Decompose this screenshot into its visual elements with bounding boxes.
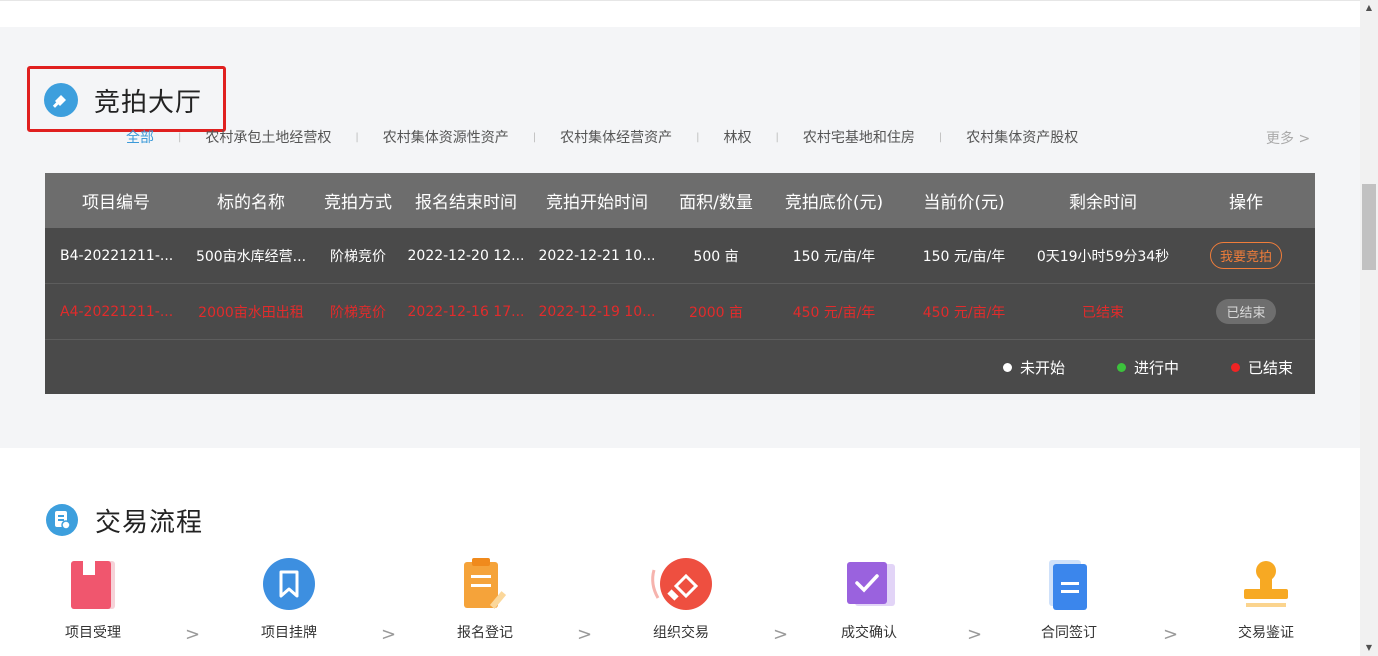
remaining-time: 0天19小时59分34秒 xyxy=(1036,248,1170,265)
scrollbar[interactable]: ▲ ▼ xyxy=(1360,0,1378,656)
bookmark-icon xyxy=(229,556,349,612)
step-project-accept[interactable]: 项目受理 xyxy=(33,556,153,642)
header-cell: 剩余时间 xyxy=(1069,193,1137,213)
tab-separator: | xyxy=(355,131,359,143)
highlight-box xyxy=(27,66,226,132)
legend-label: 已结束 xyxy=(1247,358,1293,377)
header-cell: 项目编号 xyxy=(82,193,150,213)
scrollbar-thumb[interactable] xyxy=(1362,184,1376,270)
current-price: 450 元/亩/年 xyxy=(922,304,1006,321)
tab-separator: | xyxy=(532,131,537,143)
table-row[interactable]: A4-20221211-... 2000亩水田出租 阶梯竞价 2022-12-1… xyxy=(45,284,1315,340)
project-id[interactable]: B4-20221211-... xyxy=(45,248,187,264)
receipt-icon xyxy=(46,504,78,536)
trade-flow-title: 交易流程 xyxy=(46,502,203,538)
step-project-listing[interactable]: 项目挂牌 xyxy=(229,556,349,642)
step-registration[interactable]: 报名登记 xyxy=(425,556,545,642)
tab-separator: | xyxy=(178,131,182,143)
item-name[interactable]: 500亩水库经营... xyxy=(187,246,315,266)
chevron-right-icon: > xyxy=(967,624,983,645)
gavel-icon xyxy=(621,556,741,612)
tab-separator: | xyxy=(775,131,779,143)
chevron-right-icon: > xyxy=(185,624,201,645)
header-cell: 竞拍方式 xyxy=(324,193,392,213)
step-label: 项目受理 xyxy=(65,625,121,641)
tab-separator: | xyxy=(938,131,943,143)
header-cell: 面积/数量 xyxy=(679,193,753,213)
header-cell: 报名结束时间 xyxy=(415,193,517,213)
step-deal-confirm[interactable]: 成交确认 xyxy=(809,556,929,642)
chevron-right-icon: > xyxy=(773,624,789,645)
table-row[interactable]: B4-20221211-... 500亩水库经营... 阶梯竞价 2022-12… xyxy=(45,228,1315,284)
header-cell: 当前价(元) xyxy=(923,193,1005,213)
remaining-time: 已结束 xyxy=(1082,304,1124,321)
action-cell: 我要竞拍 xyxy=(1177,242,1315,269)
auction-start: 2022-12-21 10... xyxy=(538,247,656,264)
step-trade-certify[interactable]: 交易鉴证 xyxy=(1206,556,1326,642)
legend-label: 进行中 xyxy=(1133,358,1179,377)
tab-equity[interactable]: 农村集体资产股权 xyxy=(966,127,1078,147)
tab-all[interactable]: 全部 xyxy=(126,127,154,147)
category-tabs: 全部 | 农村承包土地经营权 | 农村集体资源性资产 | 农村集体经营资产 | … xyxy=(126,126,1078,148)
tab-separator: | xyxy=(696,131,700,143)
header-cell: 竞拍底价(元) xyxy=(784,193,884,213)
legend-not-started: 未开始 xyxy=(1002,357,1065,378)
project-id[interactable]: A4-20221211-... xyxy=(45,304,187,320)
auction-method: 阶梯竞价 xyxy=(330,248,386,265)
dot-icon xyxy=(1116,362,1126,372)
status-legend: 未开始 进行中 已结束 xyxy=(45,340,1315,394)
step-label: 报名登记 xyxy=(457,625,513,641)
trade-flow-heading: 交易流程 xyxy=(95,507,204,538)
area: 2000 亩 xyxy=(688,304,744,321)
tab-homestead[interactable]: 农村宅基地和住房 xyxy=(803,127,915,147)
stamp-icon xyxy=(1206,556,1326,612)
more-link[interactable]: 更多 > xyxy=(1266,128,1310,148)
step-organize-trade[interactable]: 组织交易 xyxy=(621,556,741,642)
dot-icon xyxy=(1230,362,1240,372)
step-label: 组织交易 xyxy=(653,625,709,641)
legend-ended: 已结束 xyxy=(1230,357,1293,378)
chevron-right-icon: > xyxy=(577,624,593,645)
step-label: 项目挂牌 xyxy=(261,625,317,641)
bid-button[interactable]: 我要竞拍 xyxy=(1209,242,1282,269)
registration-end: 2022-12-16 17... xyxy=(407,303,525,320)
step-contract-sign[interactable]: 合同签订 xyxy=(1009,556,1129,642)
ended-badge: 已结束 xyxy=(1216,299,1276,324)
tab-forest-rights[interactable]: 林权 xyxy=(724,127,752,147)
header-cell: 竞拍开始时间 xyxy=(546,193,648,213)
folder-icon xyxy=(33,556,153,612)
chevron-right-icon: > xyxy=(1163,624,1179,645)
chevron-right-icon: > xyxy=(381,624,397,645)
tab-resource-assets[interactable]: 农村集体资源性资产 xyxy=(383,127,509,147)
base-price: 150 元/亩/年 xyxy=(792,248,876,265)
dot-icon xyxy=(1002,362,1012,372)
document-icon xyxy=(1009,556,1129,612)
tab-operating-assets[interactable]: 农村集体经营资产 xyxy=(560,127,672,147)
clipboard-icon xyxy=(425,556,545,612)
step-label: 合同签订 xyxy=(1041,625,1097,641)
auction-method: 阶梯竞价 xyxy=(330,304,386,321)
step-label: 交易鉴证 xyxy=(1238,625,1294,641)
registration-end: 2022-12-20 12... xyxy=(407,247,525,264)
auction-table: 项目编号 标的名称 竞拍方式 报名结束时间 竞拍开始时间 面积/数量 竞拍底价(… xyxy=(45,173,1315,394)
current-price: 150 元/亩/年 xyxy=(922,248,1006,265)
auction-start: 2022-12-19 10... xyxy=(538,303,656,320)
tab-land-contract[interactable]: 农村承包土地经营权 xyxy=(205,127,331,147)
scroll-down-arrow-icon[interactable]: ▼ xyxy=(1360,640,1378,656)
header-cell: 标的名称 xyxy=(217,193,285,213)
scroll-up-arrow-icon[interactable]: ▲ xyxy=(1360,0,1378,16)
item-name[interactable]: 2000亩水田出租 xyxy=(187,302,315,322)
table-header: 项目编号 标的名称 竞拍方式 报名结束时间 竞拍开始时间 面积/数量 竞拍底价(… xyxy=(45,173,1315,228)
top-strip xyxy=(0,0,1360,27)
header-cell: 操作 xyxy=(1229,193,1263,213)
legend-label: 未开始 xyxy=(1019,358,1065,377)
base-price: 450 元/亩/年 xyxy=(792,304,876,321)
area: 500 亩 xyxy=(693,248,739,265)
step-label: 成交确认 xyxy=(841,625,897,641)
action-cell: 已结束 xyxy=(1177,299,1315,324)
legend-in-progress: 进行中 xyxy=(1116,357,1179,378)
check-box-icon xyxy=(809,556,929,612)
